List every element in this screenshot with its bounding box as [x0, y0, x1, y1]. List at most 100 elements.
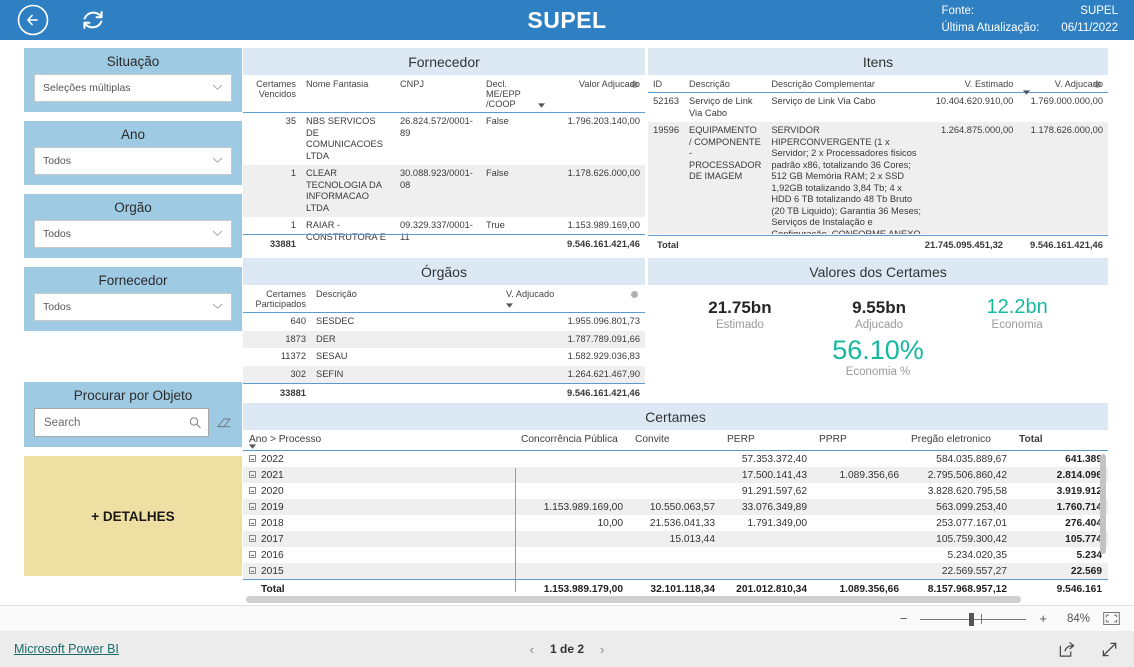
col-convite[interactable]: Convite: [629, 430, 721, 451]
expand-toggle-icon[interactable]: [249, 487, 256, 495]
cell-perp: 91.291.597,62: [741, 485, 807, 497]
filter-dropdown-situacao[interactable]: Seleções múltiplas: [34, 74, 232, 102]
cell-concorrencia: 1.153.989.169,00: [515, 499, 629, 515]
table-row[interactable]: 1 CLEAR TECNOLOGIA DA INFORMACAO LTDA 30…: [243, 165, 645, 217]
table-row[interactable]: 640 SESDEC 1.955.096.801,73: [243, 313, 645, 331]
detalhes-button[interactable]: + DETALHES: [24, 456, 242, 576]
footer-actions: [1058, 641, 1118, 658]
cell-pregao: 105.759.300,42: [905, 531, 1013, 547]
next-page-button[interactable]: ›: [600, 642, 604, 657]
col-certames-participados[interactable]: Certames Participados: [243, 285, 311, 313]
cell-ano[interactable]: 2016: [243, 547, 515, 563]
col-descricao[interactable]: Descrição: [311, 285, 501, 313]
table-row[interactable]: 2021 17.500.141,43 1.089.356,66 2.795.50…: [243, 467, 1108, 483]
cell-ano[interactable]: 2020: [243, 483, 515, 499]
search-input[interactable]: [42, 415, 189, 430]
cell-ano[interactable]: 2021: [243, 467, 515, 483]
expand-toggle-icon[interactable]: [249, 471, 256, 479]
table-row[interactable]: 2016 5.234.020,35 5.234: [243, 547, 1108, 563]
search-box[interactable]: [34, 408, 209, 437]
table-row[interactable]: 2022 57.353.372,40 584.035.889,67 641.38…: [243, 451, 1108, 468]
cell-pprp: [813, 515, 905, 531]
cell-convite: [629, 563, 721, 580]
zoom-in-button[interactable]: +: [1039, 612, 1047, 625]
fullscreen-icon[interactable]: [1101, 641, 1118, 658]
col-perp[interactable]: PERP: [721, 430, 813, 451]
filter-label-situacao: Situação: [106, 54, 160, 69]
zoom-slider[interactable]: [920, 612, 1027, 626]
expand-toggle-icon[interactable]: [249, 567, 256, 575]
zoom-slider-thumb[interactable]: [969, 612, 975, 626]
prev-page-button[interactable]: ‹: [530, 642, 534, 657]
fornecedor-table-body[interactable]: Certames Vencidos Nome Fantasia CNPJ Dec…: [243, 75, 645, 256]
col-decl-me-epp[interactable]: Decl. ME/EPP /COOP: [481, 75, 533, 113]
table-header-row: Ano > Processo Concorrência Pública Conv…: [243, 430, 1108, 451]
col-total[interactable]: Total: [1013, 430, 1108, 451]
table-row[interactable]: 302 SEFIN 1.264.621.467,90: [243, 365, 645, 384]
cell-perp: [721, 547, 813, 563]
certames-matrix-body[interactable]: Ano > Processo Concorrência Pública Conv…: [243, 430, 1108, 605]
table-row[interactable]: 2020 91.291.597,62 3.828.620.795,58 3.91…: [243, 483, 1108, 499]
total-certames: 33881: [243, 233, 301, 252]
table-row[interactable]: 2018 10,00 21.536.041,33 1.791.349,00 25…: [243, 515, 1108, 531]
certames-vertical-scrollbar[interactable]: [1100, 454, 1106, 554]
col-ano-processo-label: Ano > Processo: [249, 434, 322, 445]
table-row[interactable]: 52163 Serviço de Link Via Cabo Serviço d…: [648, 93, 1108, 123]
eraser-icon[interactable]: [216, 416, 232, 430]
expand-toggle-icon[interactable]: [249, 503, 256, 511]
filter-dropdown-orgao[interactable]: Todos: [34, 220, 232, 248]
orgaos-table-body[interactable]: Certames Participados Descrição V. Adjuc…: [243, 285, 645, 400]
kpi-economia-label: Economia: [991, 319, 1043, 331]
cell-ano[interactable]: 2018: [243, 515, 515, 531]
filter-dropdown-ano[interactable]: Todos: [34, 147, 232, 175]
cell-ano[interactable]: 2019: [243, 499, 515, 515]
cell-ano[interactable]: 2022: [243, 451, 515, 468]
col-ano-processo[interactable]: Ano > Processo: [243, 430, 515, 451]
cell-perp: 57.353.372,40: [741, 453, 807, 465]
table-row[interactable]: 1873 DER 1.787.789.091,66: [243, 330, 645, 348]
col-cnpj[interactable]: CNPJ: [395, 75, 481, 113]
table-row[interactable]: 2015 22.569.557,27 22.569: [243, 563, 1108, 580]
certames-horizontal-scrollbar[interactable]: [246, 596, 1021, 603]
fit-to-page-icon[interactable]: [1103, 612, 1120, 625]
col-nome-fantasia[interactable]: Nome Fantasia: [301, 75, 395, 113]
orgaos-panel: Órgãos Certames Participados Descrição V…: [243, 258, 645, 400]
table-row[interactable]: 2019 1.153.989.169,00 10.550.063,57 33.0…: [243, 499, 1108, 515]
expand-toggle-icon[interactable]: [249, 551, 256, 559]
col-v-adjucado[interactable]: V. Adjucado: [1018, 75, 1108, 95]
col-descricao[interactable]: Descrição: [684, 75, 767, 93]
col-v-adjucado[interactable]: V. Adjucado: [501, 285, 645, 313]
table-row[interactable]: 35 NBS SERVICOS DE COMUNICACOES LTDA 26.…: [243, 113, 645, 166]
cell-concorrencia: 10,00: [597, 517, 624, 529]
search-icon[interactable]: [189, 416, 201, 429]
col-valor-adjucado[interactable]: Valor Adjucado: [533, 75, 645, 113]
expand-toggle-icon[interactable]: [249, 519, 256, 527]
expand-toggle-icon[interactable]: [249, 535, 256, 543]
table-row[interactable]: 11372 SESAU 1.582.929.036,83: [243, 348, 645, 366]
col-pprp[interactable]: PPRP: [813, 430, 905, 451]
col-v-estimado[interactable]: V. Estimado: [926, 75, 1019, 93]
chevron-down-icon: [212, 157, 223, 163]
kpi-estimado: 21.75bn Estimado: [708, 297, 771, 331]
col-concorrencia-publica[interactable]: Concorrência Pública: [515, 430, 629, 451]
filter-value-situacao: Seleções múltiplas: [43, 82, 131, 94]
powerbi-brand-link[interactable]: Microsoft Power BI: [14, 642, 119, 656]
cell-ano[interactable]: 2017: [243, 531, 515, 547]
col-certames-vencidos[interactable]: Certames Vencidos: [243, 75, 301, 113]
valores-title: Valores dos Certames: [648, 258, 1108, 285]
expand-toggle-icon[interactable]: [249, 455, 256, 463]
zoom-out-button[interactable]: −: [900, 612, 908, 625]
col-pregao-eletronico[interactable]: Pregão eletronico: [905, 430, 1013, 451]
sort-descending-icon: [1023, 90, 1031, 95]
table-row[interactable]: 2017 15.013,44 105.759.300,42 105.774: [243, 531, 1108, 547]
cell-ano[interactable]: 2015: [243, 563, 515, 580]
filter-dropdown-fornecedor[interactable]: Todos: [34, 293, 232, 321]
cell-pprp: 1.089.356,66: [813, 467, 905, 483]
col-descricao-complementar[interactable]: Descrição Complementar: [766, 75, 927, 93]
col-id[interactable]: ID: [648, 75, 684, 93]
cell-convite: [629, 451, 721, 468]
zoom-slider-tick: [981, 613, 983, 624]
share-icon[interactable]: [1058, 641, 1075, 658]
itens-table-body[interactable]: ID Descrição Descrição Complementar V. E…: [648, 75, 1108, 256]
cell-perp: [721, 531, 813, 547]
